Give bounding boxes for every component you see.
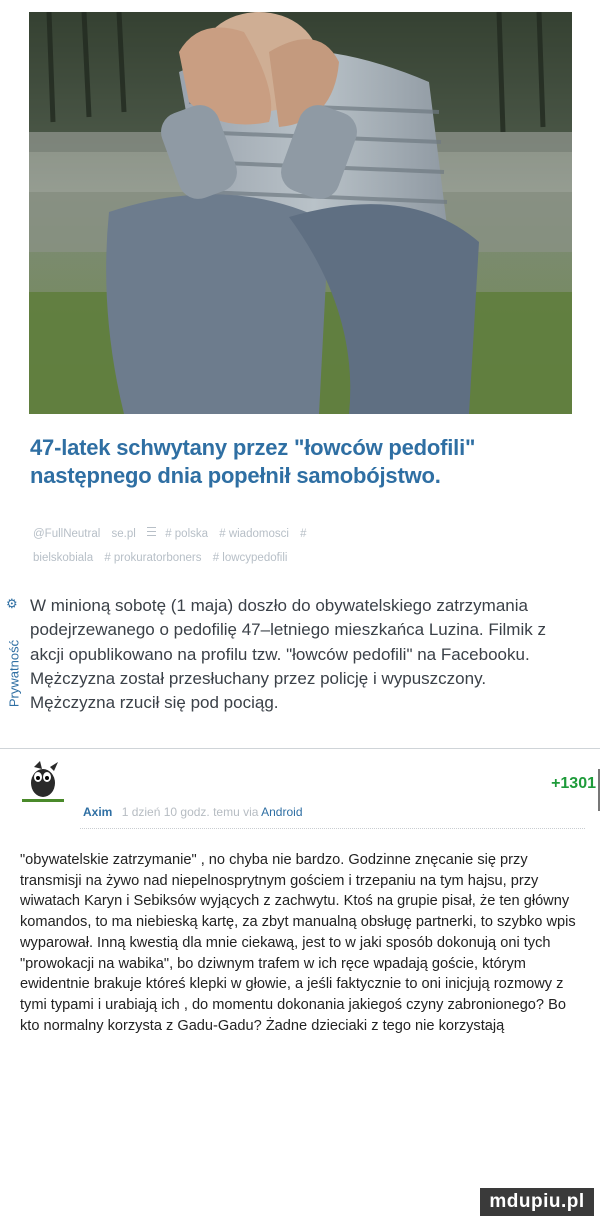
tag-prokuratorboners[interactable]: # prokuratorboners bbox=[104, 552, 201, 564]
comment-meta: Axim 1 dzień 10 godz. temu via Android bbox=[83, 805, 303, 819]
post-tags: @FullNeutral se.pl # polska # wiadomosci… bbox=[33, 522, 573, 570]
comment-text: "obywatelskie zatrzymanie" , no chyba ni… bbox=[20, 852, 576, 1034]
post-body: W minioną sobotę (1 maja) doszło do obyw… bbox=[30, 596, 546, 713]
comment-app[interactable]: Android bbox=[261, 805, 302, 819]
tag-source[interactable]: @FullNeutral bbox=[33, 528, 100, 540]
tag-lowcypedofili[interactable]: # lowcypedofili bbox=[213, 552, 288, 564]
tag-hash: # bbox=[300, 528, 307, 540]
tag-domain[interactable]: se.pl bbox=[111, 528, 135, 540]
comment-author[interactable]: Axim bbox=[83, 805, 112, 819]
post-photo bbox=[29, 12, 572, 414]
watermark-logo: mdupiu.pl bbox=[480, 1188, 594, 1216]
comment: +1301 Axim 1 dzień 10 godz. temu via And… bbox=[0, 749, 600, 1221]
tag-polska[interactable]: # polska bbox=[165, 528, 208, 540]
meta-separator bbox=[80, 828, 585, 830]
avatar[interactable] bbox=[20, 759, 66, 805]
tag-bielskobiala[interactable]: bielskobiala bbox=[33, 552, 93, 564]
privacy-label: Prywatność bbox=[6, 639, 22, 708]
privacy-side-tab[interactable]: ⚙ Prywatność bbox=[5, 596, 22, 718]
photo-illustration bbox=[29, 12, 572, 414]
comment-score: +1301 bbox=[551, 775, 596, 792]
comment-time: 1 dzień 10 godz. temu bbox=[121, 805, 240, 819]
gear-icon: ⚙ bbox=[6, 596, 18, 611]
post-title[interactable]: 47-latek schwytany przez "łowców pedofil… bbox=[30, 434, 570, 490]
tag-wiadomosci[interactable]: # wiadomosci bbox=[219, 528, 289, 540]
list-icon bbox=[146, 527, 156, 536]
comment-via: via bbox=[243, 805, 259, 819]
